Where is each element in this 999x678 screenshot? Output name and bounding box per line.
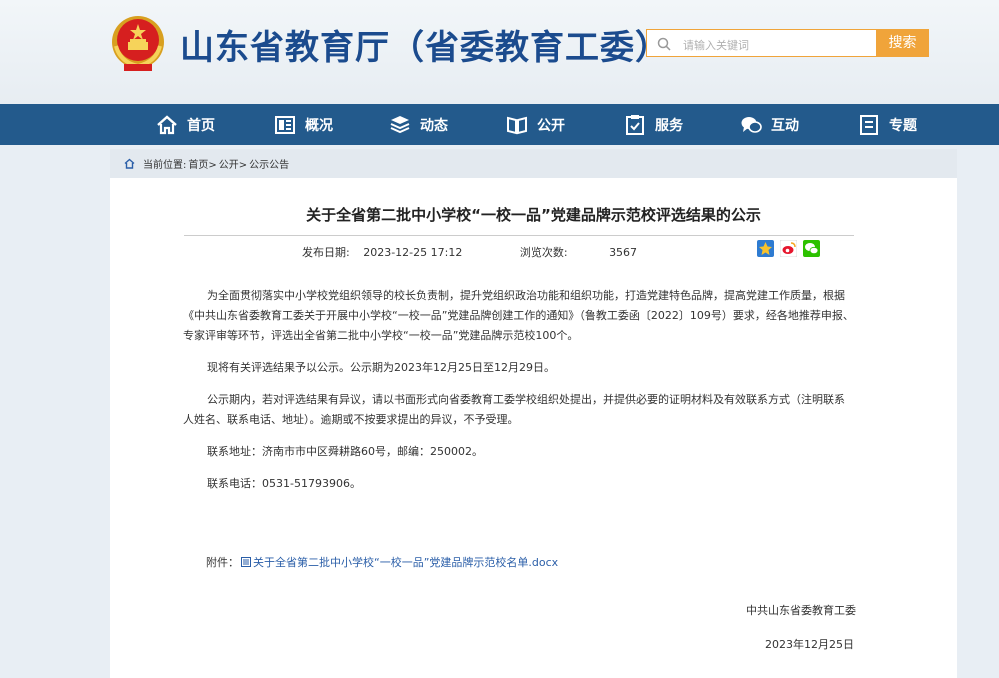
search-input[interactable] [681,34,875,56]
nav-label-home: 首页 [187,117,215,134]
article-container: 关于全省第二批中小学校“一校一品”党建品牌示范校评选结果的公示 发布日期: 20… [110,178,957,678]
nav-label-news: 动态 [420,117,448,134]
home-icon [124,158,135,169]
signature: 中共山东省委教育工委 [746,604,856,617]
doc-file-icon [241,557,251,567]
search-box[interactable] [646,29,876,57]
topic-icon [860,114,878,135]
nav-label-service: 服务 [655,117,683,134]
breadcrumb-bar: 当前位置: 首页> 公开> 公示公告 [110,149,957,178]
views-count: 3567 [609,246,638,259]
nav-item-service[interactable]: 服务 [624,104,683,145]
breadcrumb: 当前位置: 首页> 公开> 公示公告 [124,156,291,171]
views-label: 浏览次数: [519,246,568,259]
site-header: 山东省教育厅（省委教育工委） 搜索 [0,0,999,104]
weibo-share-icon[interactable] [779,239,798,258]
site-title: 山东省教育厅（省委教育工委） [180,28,670,68]
nav-item-interact[interactable]: 互动 [740,104,799,145]
news-icon [390,115,410,133]
nav-item-open[interactable]: 公开 [506,104,565,145]
publish-date: 2023-12-25 17:12 [363,246,463,259]
share-buttons [757,239,826,258]
overview-icon [275,115,295,134]
breadcrumb-link-notice[interactable]: 公示公告 [249,156,289,171]
publish-label: 发布日期: [302,246,350,259]
nav-item-home[interactable]: 首页 [156,104,215,145]
chat-icon [741,116,762,133]
paragraph: 联系地址：济南市市中区舜耕路60号，邮编：250002。 [207,445,483,458]
nav-item-topic[interactable]: 专题 [858,104,917,145]
breadcrumb-link-home[interactable]: 首页> [188,156,216,171]
nav-item-news[interactable]: 动态 [389,104,448,145]
breadcrumb-prefix: 当前位置: [143,160,187,171]
paragraph: 联系电话：0531-51793906。 [207,477,361,490]
title-divider [184,235,854,236]
service-icon [626,114,644,135]
article-title: 关于全省第二批中小学校“一校一品”党建品牌示范校评选结果的公示 [306,206,761,224]
sign-date: 2023年12月25日 [765,638,854,651]
paragraph: 公示期内，若对评选结果有异议，请以书面形式向省委教育工委学校组织处提出，并提供必… [183,393,845,426]
nav-item-overview[interactable]: 概况 [274,104,333,145]
home-icon [157,114,177,134]
attachment-link[interactable]: 关于全省第二批中小学校“一校一品”党建品牌示范校名单.docx [253,554,558,570]
qzone-share-icon[interactable] [757,240,774,257]
attachment-row: 附件： 关于全省第二批中小学校“一校一品”党建品牌示范校名单.docx [206,554,558,570]
nav-label-overview: 概况 [305,117,333,134]
attachment-label: 附件： [206,556,239,569]
article-meta: 发布日期: 2023-12-25 17:12 浏览次数: 3567 [302,244,637,260]
nav-label-interact: 互动 [771,117,799,134]
article-body: 为全面贯彻落实中小学校党组织领导的校长负责制，提升党组织政治功能和组织功能，打造… [183,286,855,506]
main-nav: 首页 概况 动态 公开 服务 互动 专题 [0,104,999,145]
paragraph: 为全面贯彻落实中小学校党组织领导的校长负责制，提升党组织政治功能和组织功能，打造… [183,289,854,342]
breadcrumb-link-open[interactable]: 公开> [219,156,247,171]
nav-label-topic: 专题 [889,117,917,134]
national-emblem-icon [110,12,166,74]
paragraph: 现将有关评选结果予以公示。公示期为2023年12月25日至12月29日。 [207,361,555,374]
search-button[interactable]: 搜索 [876,29,929,57]
wechat-share-icon[interactable] [803,240,820,257]
nav-label-open: 公开 [537,117,565,134]
search-icon [657,37,671,51]
book-icon [507,116,527,134]
